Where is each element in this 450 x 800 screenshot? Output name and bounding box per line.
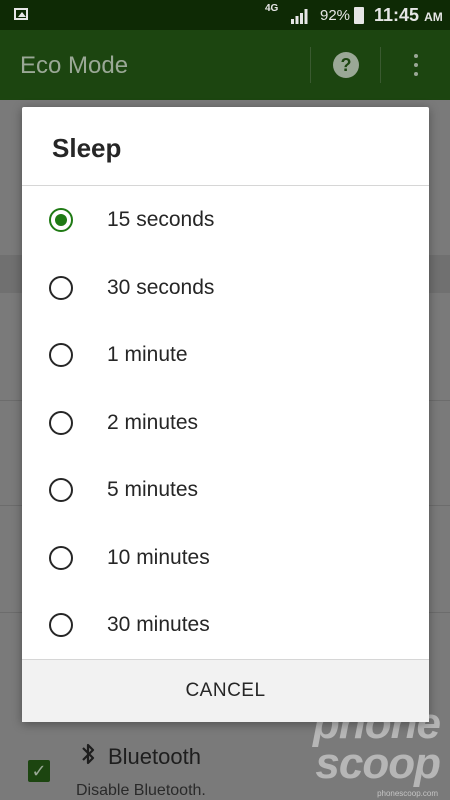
dialog-title: Sleep <box>52 133 122 163</box>
option-label: 15 seconds <box>107 208 215 231</box>
app-bar: Eco Mode ? <box>0 30 450 100</box>
watermark-footer: phonescoop.com <box>377 789 438 798</box>
radio-button[interactable] <box>49 410 73 435</box>
bluetooth-glyph <box>82 743 95 765</box>
option-label: 30 seconds <box>107 275 215 299</box>
radio-button[interactable] <box>49 275 73 300</box>
sleep-option-1-minute[interactable]: 1 minute <box>22 321 429 389</box>
sleep-option-15-seconds[interactable]: 15 seconds <box>22 186 429 254</box>
radio-button[interactable] <box>49 613 73 637</box>
option-label: 5 minutes <box>107 478 199 501</box>
clock: 11:45 AM <box>374 5 443 26</box>
sleep-option-30-seconds[interactable]: 30 seconds <box>22 254 429 322</box>
status-bar: 4G 92% 11:45 AM <box>0 0 450 30</box>
cancel-button[interactable]: CANCEL <box>22 659 429 722</box>
battery-percent: 92% <box>320 7 351 24</box>
dialog-button-bar: CANCEL <box>22 659 429 722</box>
option-label: 10 minutes <box>107 545 210 569</box>
sleep-option-30-minutes[interactable]: 30 minutes <box>22 591 429 659</box>
option-label: 2 minutes <box>107 410 199 434</box>
app-bar-divider <box>380 47 381 83</box>
sleep-dialog: Sleep 15 seconds 30 seconds 1 minute 2 m… <box>22 107 429 722</box>
sleep-option-10-minutes[interactable]: 10 minutes <box>22 524 429 592</box>
bluetooth-title: Bluetooth <box>108 744 201 769</box>
sleep-option-2-minutes[interactable]: 2 minutes <box>22 389 429 457</box>
bluetooth-subtitle: Disable Bluetooth. <box>76 782 206 799</box>
help-icon[interactable]: ? <box>333 52 359 78</box>
radio-button[interactable] <box>49 478 73 502</box>
bluetooth-checkbox[interactable]: ✓ <box>28 760 50 782</box>
radio-button[interactable] <box>49 343 73 367</box>
battery-icon <box>354 7 364 24</box>
option-label: 1 minute <box>107 343 188 366</box>
clock-ampm: AM <box>424 10 443 24</box>
radio-button[interactable] <box>49 545 73 570</box>
app-bar-divider <box>310 47 311 83</box>
sleep-option-5-minutes[interactable]: 5 minutes <box>22 456 429 524</box>
gallery-notification-icon <box>14 8 28 20</box>
network-type-indicator: 4G <box>265 3 279 14</box>
watermark-line2: scoop <box>315 739 441 788</box>
bluetooth-icon <box>80 742 96 772</box>
option-label: 30 minutes <box>107 613 210 636</box>
app-title: Eco Mode <box>20 52 129 79</box>
sleep-options-list: 15 seconds 30 seconds 1 minute 2 minutes… <box>22 186 429 659</box>
overflow-menu-icon[interactable] <box>411 54 421 78</box>
signal-strength-icon <box>291 9 308 24</box>
radio-button[interactable] <box>49 208 73 232</box>
clock-time: 11:45 <box>374 5 420 25</box>
